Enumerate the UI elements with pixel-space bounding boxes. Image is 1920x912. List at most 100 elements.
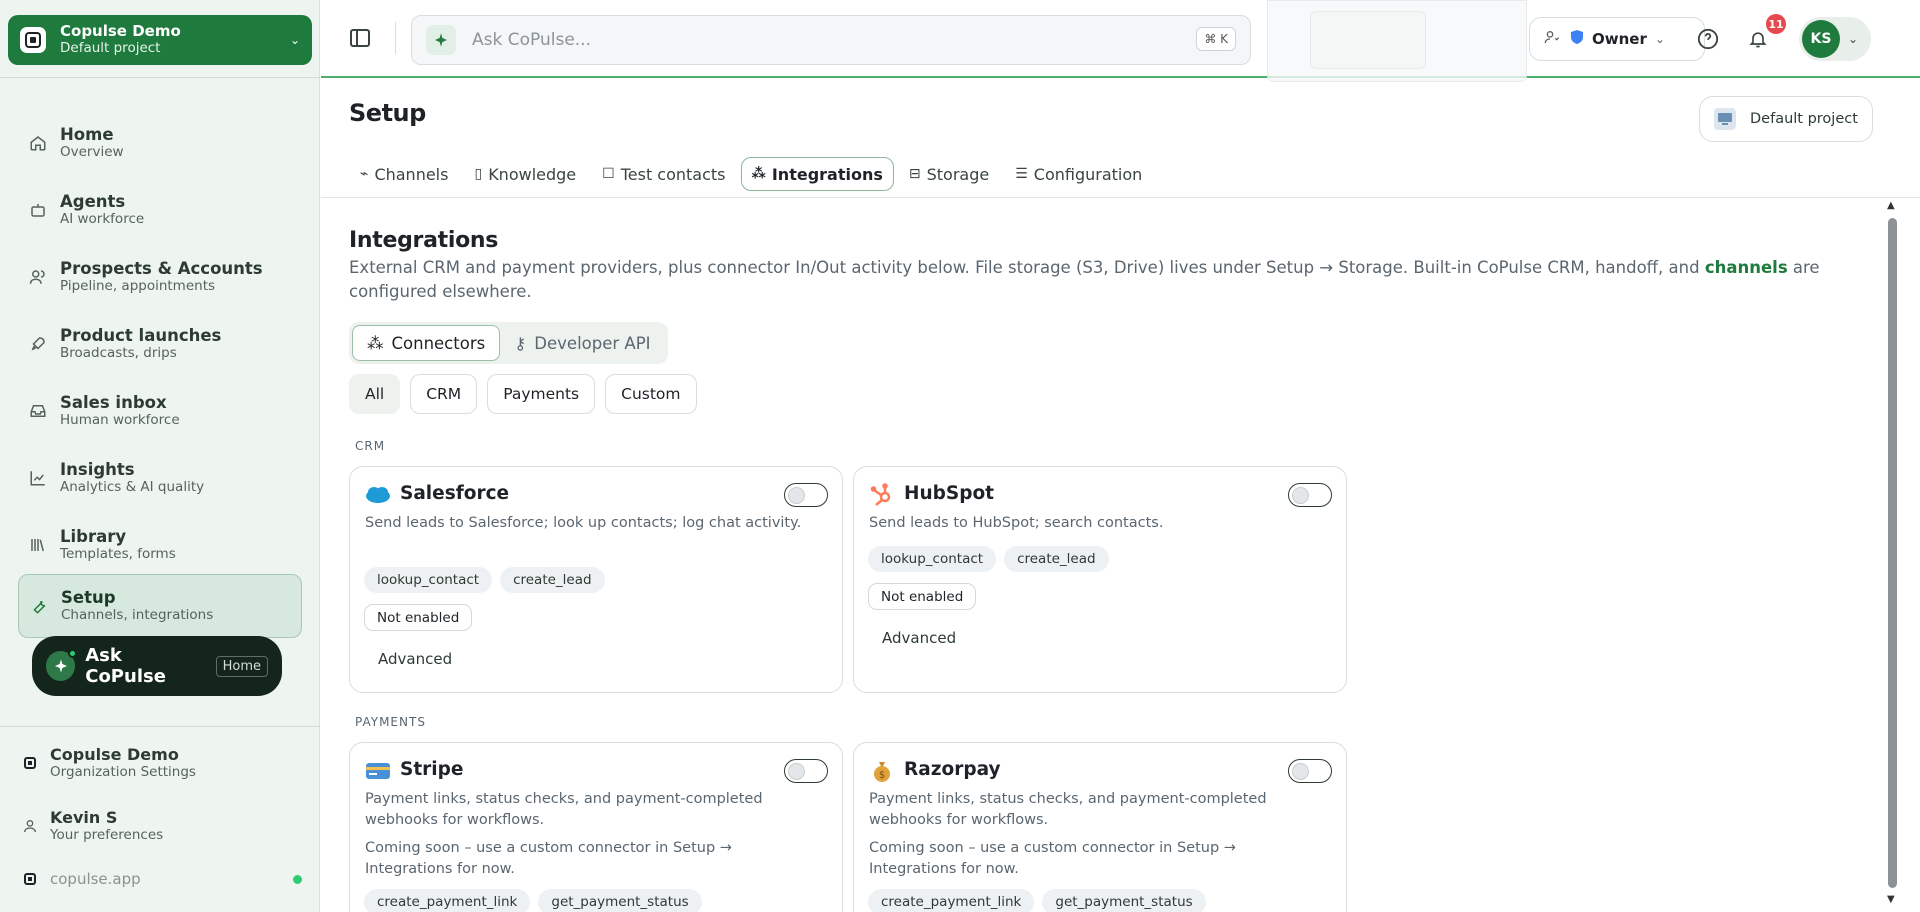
sidebar: Copulse Demo Default project ⌄ Home Overv… xyxy=(0,0,320,912)
search-placeholder: Ask CoPulse... xyxy=(472,30,591,50)
sidebar-item-setup[interactable]: Setup Channels, integrations xyxy=(18,574,302,638)
capability-chips: lookup_contact create_lead xyxy=(868,546,1109,572)
filter-crm[interactable]: CRM xyxy=(410,374,478,414)
main-content: Setup Default project ⌁ Channels ▯ Knowled… xyxy=(321,80,1920,912)
sidebar-item-sub: Templates, forms xyxy=(60,546,176,562)
status-dot xyxy=(293,874,302,884)
connector-name: Razorpay xyxy=(904,759,1001,780)
salesforce-logo-icon xyxy=(364,483,392,507)
sidebar-item-label: Product launches xyxy=(60,326,222,345)
sidebar-item-sub: Analytics & AI quality xyxy=(60,479,205,495)
divider xyxy=(0,726,320,727)
group-label-crm: CRM xyxy=(355,439,386,453)
advanced-toggle[interactable]: Advanced xyxy=(882,629,956,647)
sidebar-toggle-icon[interactable] xyxy=(349,28,371,48)
scroll-up-icon[interactable]: ▲ xyxy=(1887,200,1895,211)
contact-icon: ☐ xyxy=(602,166,615,182)
tab-label: Knowledge xyxy=(488,164,577,184)
org-icon xyxy=(22,756,38,769)
advanced-toggle[interactable]: Advanced xyxy=(378,650,452,668)
sidebar-item-agents[interactable]: Agents AI workforce xyxy=(18,179,302,241)
help-icon[interactable] xyxy=(1695,26,1721,52)
scrollbar[interactable]: ▲ ▼ xyxy=(1883,198,1901,910)
group-label-payments: PAYMENTS xyxy=(355,715,426,729)
enable-toggle[interactable] xyxy=(784,759,828,783)
sidebar-item-label: Library xyxy=(60,527,127,546)
search-bar[interactable]: Ask CoPulse... ⌘ K xyxy=(411,15,1251,65)
capability-chip: get_payment_status xyxy=(1042,889,1206,912)
sidebar-item-sub: Overview xyxy=(60,144,124,160)
sidebar-item-label: Prospects & Accounts xyxy=(60,259,263,278)
user-preferences-link[interactable]: Kevin S Your preferences xyxy=(22,808,163,843)
credit-card-icon xyxy=(364,759,392,783)
scroll-down-icon[interactable]: ▼ xyxy=(1887,894,1895,905)
scrollbar-thumb[interactable] xyxy=(1888,218,1897,888)
enable-toggle[interactable] xyxy=(1288,483,1332,507)
project-switcher[interactable]: Copulse Demo Default project ⌄ xyxy=(8,15,312,65)
org-settings-link[interactable]: Copulse Demo Organization Settings xyxy=(22,745,196,780)
default-project-button[interactable]: Default project xyxy=(1699,96,1873,142)
tab-channels[interactable]: ⌁ Channels xyxy=(349,157,459,191)
account-menu[interactable]: KS ⌄ xyxy=(1799,17,1871,61)
tab-label: Configuration xyxy=(1033,164,1143,184)
library-icon xyxy=(28,535,48,555)
capability-chips: lookup_contact create_lead xyxy=(364,567,605,593)
key-icon: ⚷ xyxy=(514,333,527,353)
ask-copulse-button[interactable]: Ask CoPulse Home xyxy=(32,636,282,696)
filter-custom[interactable]: Custom xyxy=(605,374,697,414)
sidebar-item-label: Insights xyxy=(60,460,135,479)
sidebar-item-sales-inbox[interactable]: Sales inbox Human workforce xyxy=(18,380,302,442)
sidebar-item-prospects[interactable]: Prospects & Accounts Pipeline, appointmen… xyxy=(18,246,302,308)
svg-text:$: $ xyxy=(879,770,885,781)
filter-all[interactable]: All xyxy=(349,374,401,414)
chart-icon xyxy=(28,468,48,488)
connector-card-stripe: Stripe Payment links, status checks, and… xyxy=(349,742,843,912)
status-badge: Not enabled xyxy=(364,604,473,631)
connector-description: Send leads to HubSpot; search contacts. xyxy=(869,515,1164,531)
default-project-label: Default project xyxy=(1750,111,1858,127)
connector-name: HubSpot xyxy=(904,483,995,504)
user-sub: Your preferences xyxy=(50,827,164,843)
tab-integrations[interactable]: ⁂ Integrations xyxy=(740,157,894,191)
connector-card-razorpay: $ Razorpay Payment links, status checks,… xyxy=(853,742,1347,912)
filter-payments[interactable]: Payments xyxy=(487,374,596,414)
channels-link[interactable]: channels xyxy=(1705,258,1788,277)
connector-description: Payment links, status checks, and paymen… xyxy=(365,791,763,828)
page-title: Setup xyxy=(349,99,426,127)
plug-icon: ⌁ xyxy=(360,166,369,182)
integrations-icon: ⁂ xyxy=(367,333,384,353)
tab-configuration[interactable]: ☰ Configuration xyxy=(1004,157,1153,191)
tab-test-contacts[interactable]: ☐ Test contacts xyxy=(591,157,736,191)
domain-text: copulse.app xyxy=(50,870,141,888)
capability-chip: create_lead xyxy=(1004,546,1109,572)
divider xyxy=(0,77,320,78)
capability-chip: create_payment_link xyxy=(868,889,1035,912)
sidebar-item-library[interactable]: Library Templates, forms xyxy=(18,514,302,576)
notification-badge: 11 xyxy=(1766,14,1786,34)
subtab-connectors[interactable]: ⁂ Connectors xyxy=(352,325,501,361)
tab-knowledge[interactable]: ▯ Knowledge xyxy=(463,157,587,191)
enable-toggle[interactable] xyxy=(1288,759,1332,783)
capability-chip: lookup_contact xyxy=(868,546,997,572)
sliders-icon: ☰ xyxy=(1015,166,1028,182)
capability-chips: create_payment_link get_payment_status xyxy=(868,889,1206,912)
sidebar-item-product-launches[interactable]: Product launches Broadcasts, drips xyxy=(18,313,302,375)
sidebar-item-insights[interactable]: Insights Analytics & AI quality xyxy=(18,447,302,509)
connector-name: Stripe xyxy=(400,759,464,780)
subtab-developer-api[interactable]: ⚷ Developer API xyxy=(500,325,664,361)
role-selector[interactable]: Owner ⌄ xyxy=(1529,17,1705,61)
integrations-panel: Integrations External CRM and payment pr… xyxy=(321,198,1891,912)
shortcut-hint: ⌘ K xyxy=(1196,27,1236,51)
chevron-down-icon: ⌄ xyxy=(1654,32,1665,46)
storage-icon: ⊟ xyxy=(908,166,921,182)
topbar: Ask CoPulse... ⌘ K Owner ⌄ 11 KS ⌄ xyxy=(321,0,1920,82)
sidebar-item-label: Home xyxy=(60,125,114,144)
role-label: Owner xyxy=(1592,30,1647,48)
divider xyxy=(395,22,396,54)
sidebar-item-home[interactable]: Home Overview xyxy=(18,112,302,174)
tab-storage[interactable]: ⊟ Storage xyxy=(898,157,1000,191)
enable-toggle[interactable] xyxy=(784,483,828,507)
online-dot xyxy=(68,649,78,658)
sidebar-item-sub: Human workforce xyxy=(60,412,180,428)
domain-row: copulse.app xyxy=(22,870,302,888)
